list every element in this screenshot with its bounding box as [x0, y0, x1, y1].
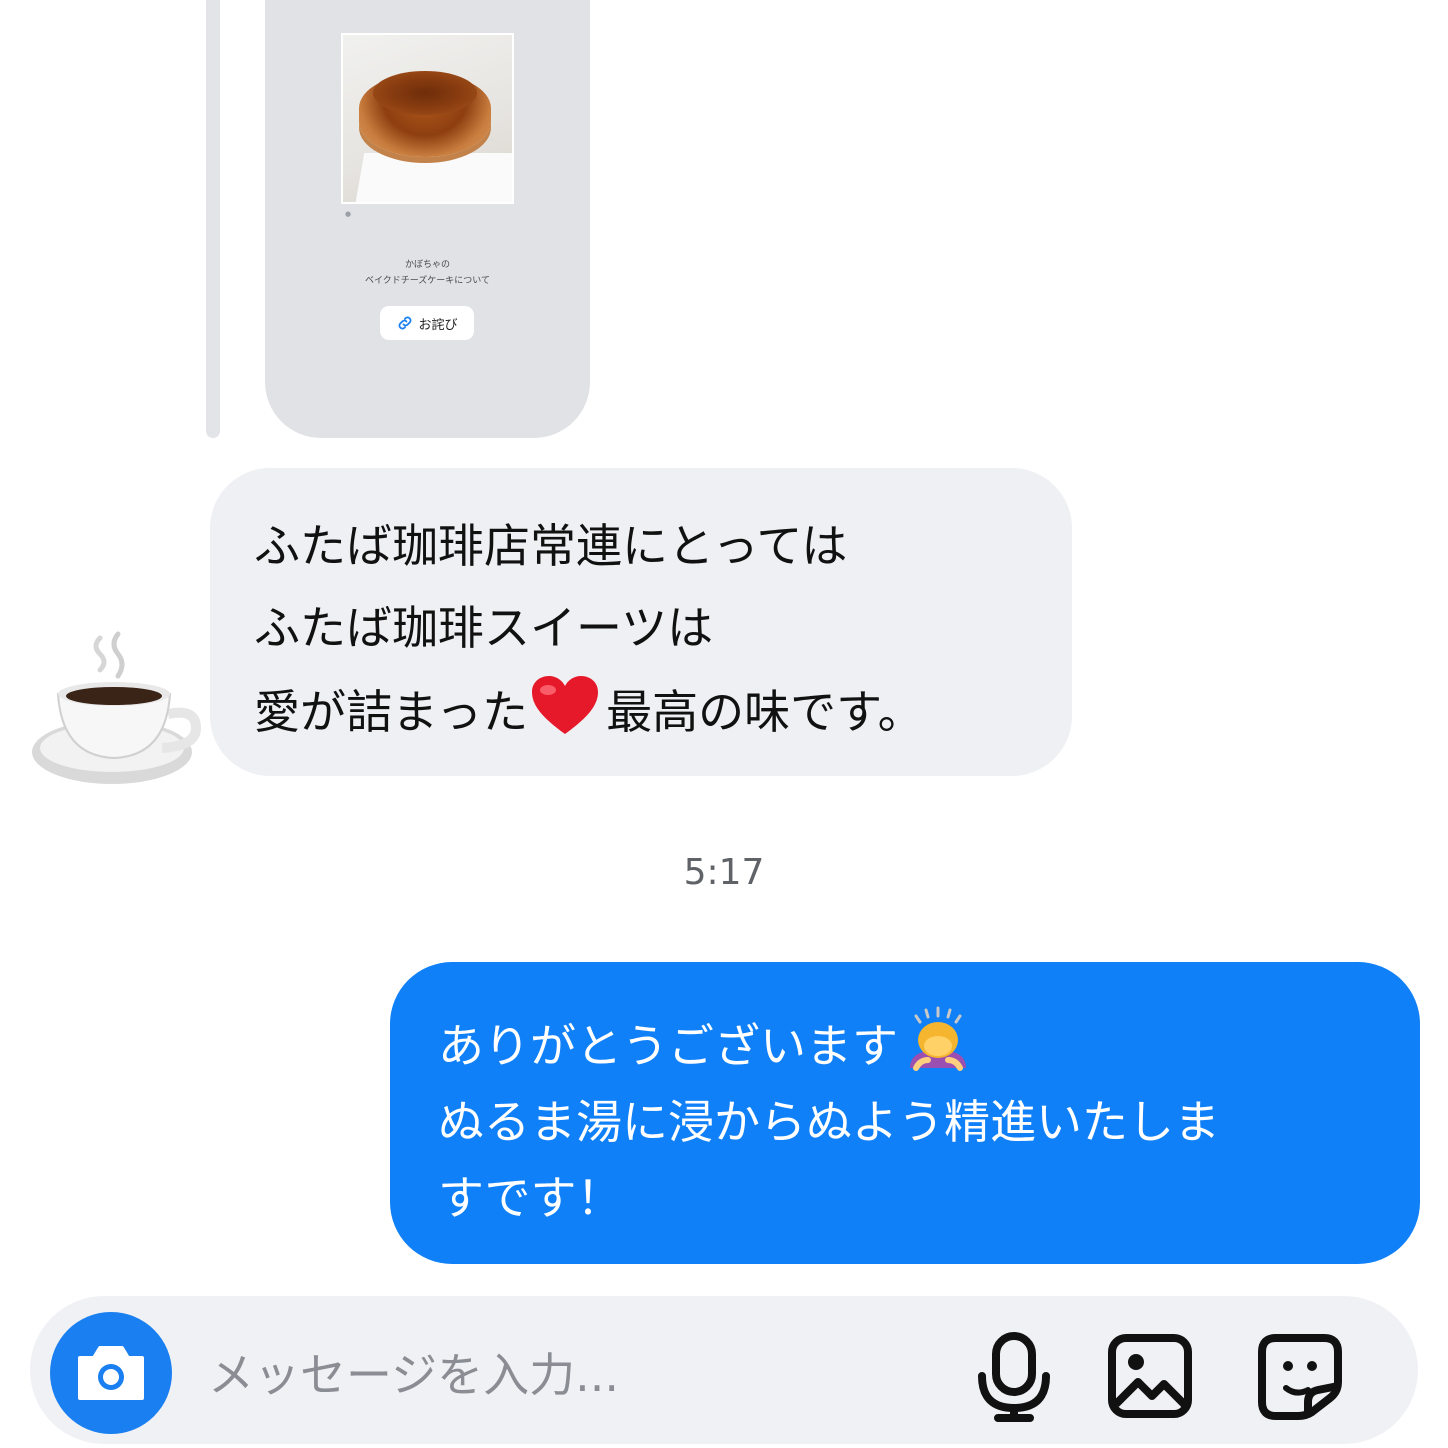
- story-link-sticker[interactable]: お詫び: [380, 306, 474, 340]
- red-heart-icon: [532, 676, 599, 734]
- camera-icon: [78, 1346, 144, 1400]
- microphone-icon[interactable]: [970, 1330, 1058, 1422]
- incoming-line-3-end: 最高の味です。: [606, 685, 924, 739]
- incoming-line-2: ふたば珈琲スイーツは: [254, 601, 714, 655]
- story-caption: かぼちゃの ベイクドチーズケーキについて: [265, 257, 590, 289]
- incoming-message-bubble[interactable]: ふたば珈琲店常連にとっては ふたば珈琲スイーツは 愛が詰まった 最高の味です。: [210, 468, 1072, 776]
- gallery-icon[interactable]: [1106, 1330, 1194, 1422]
- link-icon: [399, 316, 412, 330]
- shared-story-card[interactable]: ● かぼちゃの ベイクドチーズケーキについて お詫び: [265, 0, 590, 438]
- incoming-line-1: ふたば珈琲店常連にとっては: [254, 519, 848, 573]
- story-link-label: お詫び: [418, 317, 458, 333]
- story-caption-line2: ベイクドチーズケーキについて: [364, 276, 491, 286]
- incoming-line-3-start: 愛が詰まった: [254, 685, 529, 739]
- cheesecake-photo: [341, 33, 514, 204]
- story-caption-line1: かぼちゃの: [404, 260, 450, 270]
- reply-indicator-bar: [206, 0, 220, 438]
- outgoing-line-2: ぬるま湯に浸からぬよう精進いたしま: [438, 1095, 1220, 1149]
- camera-button[interactable]: [50, 1312, 172, 1434]
- outgoing-message-bubble[interactable]: ありがとうございます ぬるま湯に浸からぬよう精進いたしま すです！: [390, 962, 1420, 1264]
- outgoing-line-1: ありがとうございます: [438, 1004, 974, 1076]
- coffee-cup-icon[interactable]: [30, 630, 202, 790]
- person-bowing-icon: [910, 1006, 966, 1071]
- photo-credit: ●: [345, 210, 352, 218]
- message-timestamp: 5:17: [683, 852, 765, 893]
- outgoing-line-3: すです！: [438, 1171, 623, 1225]
- sticker-icon[interactable]: [1256, 1330, 1344, 1422]
- outgoing-line-1-text: ありがとうございます: [438, 1019, 898, 1073]
- message-input[interactable]: [208, 1340, 908, 1410]
- incoming-line-3: 愛が詰まった 最高の味です。: [254, 674, 924, 742]
